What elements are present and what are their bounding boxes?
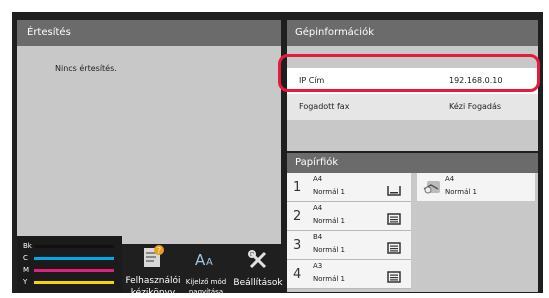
tray-type: Normál 1: [313, 275, 346, 283]
tray-type: Normál 1: [313, 217, 346, 225]
bypass-tray[interactable]: A4 Normál 1: [417, 173, 535, 201]
tray-size: B4: [313, 233, 323, 241]
fax-value: Kézi Fogadás: [449, 102, 502, 111]
tray-size: A4: [313, 204, 323, 212]
tray-2[interactable]: 2 A4 Normál 1: [287, 202, 411, 231]
toner-bar-y: [34, 281, 114, 284]
device-screen: Értesítés Nincs értesítés. Bk C M Y ? Fe…: [12, 12, 543, 298]
toner-bar-bk: [34, 245, 114, 248]
settings-button[interactable]: Beállítások: [232, 238, 284, 293]
tray-1[interactable]: 1 A4 Normál 1: [287, 173, 411, 202]
toner-row-m: M: [23, 265, 119, 275]
toner-label: Y: [23, 278, 28, 286]
tray-number: 2: [293, 209, 302, 224]
toner-row-y: Y: [23, 277, 119, 287]
tray-number: 3: [293, 238, 302, 253]
toner-label: C: [23, 254, 28, 262]
toner-row-c: C: [23, 253, 119, 263]
tray-3[interactable]: 3 B4 Normál 1: [287, 231, 411, 260]
tray-size: A3: [313, 262, 323, 270]
tray-loaded-icon: [387, 210, 401, 229]
tray-size: A4: [313, 175, 323, 183]
tray-list: 1 A4 Normál 1 2 A4 Normál 1 3 B4 Normál …: [287, 173, 411, 289]
display-zoom-label-2: nagyítása: [188, 288, 224, 296]
received-fax-row: Fogadott fax Kézi Fogadás: [287, 94, 538, 120]
svg-text:A: A: [206, 257, 213, 268]
user-manual-label-1: Felhasználói: [125, 276, 181, 286]
tray-type: Normál 1: [313, 188, 346, 196]
tray-loaded-icon: [387, 239, 401, 258]
bypass-tray-icon: [423, 179, 441, 198]
display-zoom-button[interactable]: A A Kijelző mód nagyítása: [180, 238, 232, 296]
toner-label: M: [23, 266, 30, 274]
tray-empty-icon: [387, 181, 401, 200]
notification-panel: Értesítés Nincs értesítés.: [17, 20, 281, 244]
user-manual-label-2: kézikönyv: [130, 288, 176, 298]
bypass-type: Normál 1: [445, 188, 478, 196]
settings-label: Beállítások: [233, 278, 283, 288]
toner-row-bk: Bk: [23, 241, 119, 251]
paper-tray-panel: Papírfiók 1 A4 Normál 1 2 A4 Normál 1 3: [287, 153, 538, 292]
notification-message: Nincs értesítés.: [55, 64, 117, 73]
toner-gauge: Bk C M Y: [17, 236, 122, 292]
toner-bar-c: [34, 257, 114, 260]
fax-label: Fogadott fax: [299, 102, 350, 111]
manual-icon: ?: [140, 244, 166, 272]
svg-text:A: A: [195, 251, 206, 268]
tools-icon: [248, 250, 268, 274]
bypass-size: A4: [445, 175, 455, 183]
notification-title: Értesítés: [17, 20, 281, 46]
tray-number: 4: [293, 267, 302, 282]
tray-4[interactable]: 4 A3 Normál 1: [287, 260, 411, 289]
display-zoom-label-1: Kijelző mód: [185, 278, 227, 286]
machine-info-title: Gépinformációk: [287, 20, 538, 46]
paper-tray-title: Papírfiók: [287, 153, 538, 173]
toner-label: Bk: [23, 242, 32, 250]
tray-type: Normál 1: [313, 246, 346, 254]
user-manual-button[interactable]: ? Felhasználói kézikönyv: [122, 238, 184, 298]
svg-text:?: ?: [157, 246, 161, 255]
text-zoom-icon: A A: [194, 250, 218, 272]
toner-bar-m: [34, 269, 114, 272]
tray-number: 1: [293, 180, 302, 195]
ip-highlight-box: [278, 54, 540, 92]
tray-loaded-icon: [387, 268, 401, 287]
